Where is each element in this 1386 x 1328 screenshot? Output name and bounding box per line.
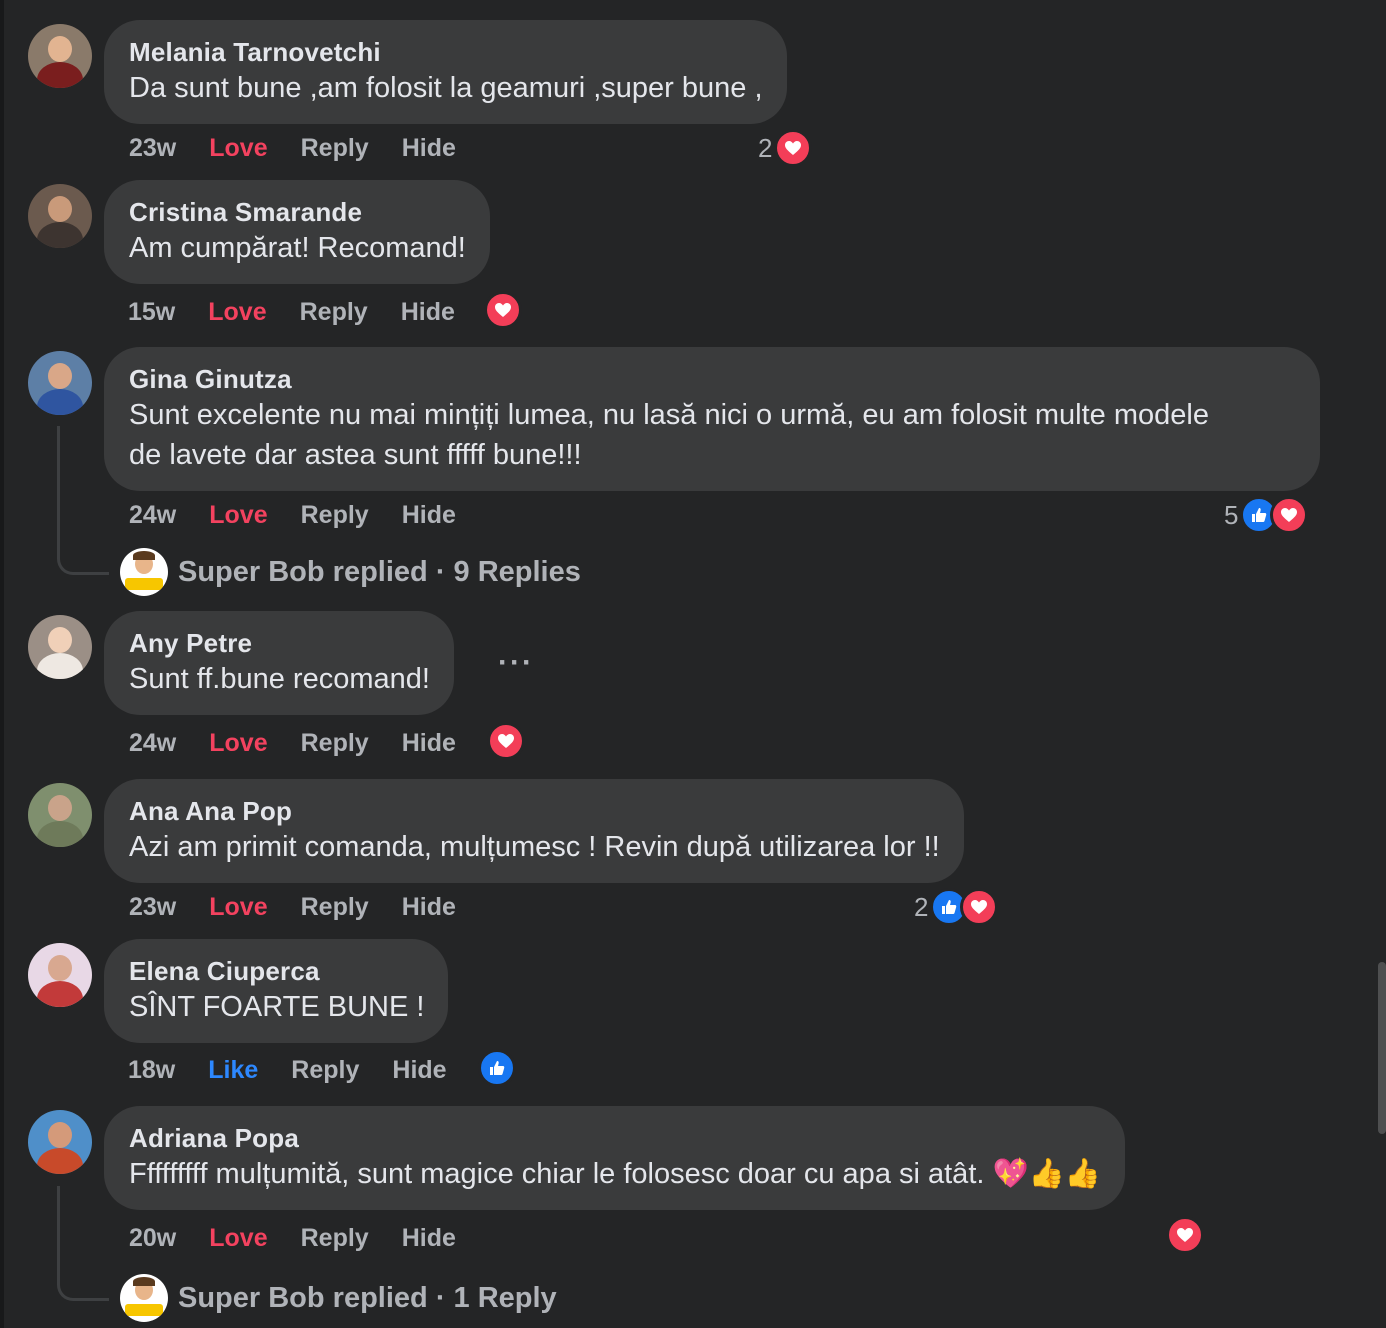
reaction-summary[interactable] xyxy=(476,1049,516,1087)
love-button[interactable]: Love xyxy=(208,298,266,327)
comment-actions: 20w Love Reply Hide xyxy=(129,1224,489,1253)
reply-button[interactable]: Reply xyxy=(301,134,369,163)
comment-bubble: Ana Ana Pop Azi am primit comanda, mulțu… xyxy=(104,779,964,883)
comment-author[interactable]: Ana Ana Pop xyxy=(129,795,940,827)
replies-summary[interactable]: Super Bob replied · 1 Reply xyxy=(178,1282,557,1315)
avatar[interactable] xyxy=(28,783,92,847)
comment-timestamp[interactable]: 23w xyxy=(129,134,176,163)
comment-text: Da sunt bune ,am folosit la geamuri ,sup… xyxy=(129,72,763,104)
comment-author[interactable]: Cristina Smarande xyxy=(129,196,466,228)
reaction-count: 2 xyxy=(914,891,929,922)
hide-button[interactable]: Hide xyxy=(402,729,456,758)
reaction-summary[interactable]: 2 xyxy=(914,888,999,926)
comment-actions: 24w Love Reply Hide xyxy=(129,501,489,530)
scrollbar-thumb[interactable] xyxy=(1378,962,1386,1134)
comment-text: Sunt ff.bune recomand! xyxy=(129,663,430,695)
replies-summary[interactable]: Super Bob replied · 9 Replies xyxy=(178,556,581,589)
comment-author[interactable]: Gina Ginutza xyxy=(129,363,1296,395)
comment-text: Fffffffff mulțumită, sunt magice chiar l… xyxy=(129,1158,1101,1190)
comment-bubble: Any Petre Sunt ff.bune recomand! xyxy=(104,611,454,715)
comment-bubble: Cristina Smarande Am cumpărat! Recomand! xyxy=(104,180,490,284)
comment-timestamp[interactable]: 15w xyxy=(128,298,175,327)
reply-button[interactable]: Reply xyxy=(291,1056,359,1085)
comment-actions: 15w Love Reply Hide xyxy=(128,298,488,327)
comment-text-line-2: de lavete dar astea sunt fffff bune!!! xyxy=(129,439,582,471)
hide-button[interactable]: Hide xyxy=(401,298,455,327)
love-button[interactable]: Love xyxy=(209,134,267,163)
comment-author[interactable]: Adriana Popa xyxy=(129,1122,1101,1154)
heart-icon xyxy=(487,722,525,760)
heart-icon xyxy=(484,291,522,329)
reply-button[interactable]: Reply xyxy=(301,1224,369,1253)
avatar[interactable] xyxy=(28,351,92,415)
reaction-count: 2 xyxy=(758,132,773,163)
like-button[interactable]: Like xyxy=(208,1056,258,1085)
comment-timestamp[interactable]: 23w xyxy=(129,893,176,922)
comment-timestamp[interactable]: 24w xyxy=(129,729,176,758)
comment-timestamp[interactable]: 24w xyxy=(129,501,176,530)
comment-timestamp[interactable]: 20w xyxy=(129,1224,176,1253)
avatar[interactable] xyxy=(28,615,92,679)
hide-button[interactable]: Hide xyxy=(402,134,456,163)
comment-actions: 18w Like Reply Hide xyxy=(128,1056,480,1085)
like-icon xyxy=(478,1049,516,1087)
avatar[interactable] xyxy=(28,24,92,88)
thread-connector-line xyxy=(57,1186,109,1301)
hide-button[interactable]: Hide xyxy=(402,1224,456,1253)
love-button[interactable]: Love xyxy=(209,893,267,922)
reaction-summary[interactable] xyxy=(1164,1216,1204,1254)
comment-bubble: Gina Ginutza Sunt excelente nu mai minți… xyxy=(104,347,1320,491)
comment-bubble: Adriana Popa Fffffffff mulțumită, sunt m… xyxy=(104,1106,1125,1210)
view-replies-link[interactable]: Super Bob replied · 1 Reply xyxy=(120,1274,557,1322)
view-replies-link[interactable]: Super Bob replied · 9 Replies xyxy=(120,548,581,596)
reply-button[interactable]: Reply xyxy=(300,298,368,327)
comment-text-line-1: Sunt excelente nu mai mințiți lumea, nu … xyxy=(129,399,1209,431)
comment-text: SÎNT FOARTE BUNE ! xyxy=(129,991,425,1023)
comment-actions: 24w Love Reply Hide xyxy=(129,729,489,758)
left-edge-border xyxy=(0,0,4,1328)
reaction-count: 5 xyxy=(1224,499,1239,530)
reply-button[interactable]: Reply xyxy=(301,501,369,530)
comment-actions: 23w Love Reply Hide xyxy=(129,893,489,922)
love-button[interactable]: Love xyxy=(209,729,267,758)
comment-text: Am cumpărat! Recomand! xyxy=(129,232,466,264)
heart-icon xyxy=(960,888,999,926)
reaction-summary[interactable]: 5 xyxy=(1224,496,1309,534)
reaction-summary[interactable]: 2 xyxy=(758,129,813,167)
comment-author[interactable]: Any Petre xyxy=(129,627,430,659)
comment-author[interactable]: Melania Tarnovetchi xyxy=(129,36,763,68)
love-button[interactable]: Love xyxy=(209,1224,267,1253)
thread-connector-line xyxy=(57,426,109,575)
reaction-summary[interactable] xyxy=(482,291,522,329)
reply-button[interactable]: Reply xyxy=(301,893,369,922)
avatar[interactable] xyxy=(28,184,92,248)
comment-author[interactable]: Elena Ciuperca xyxy=(129,955,424,987)
avatar[interactable] xyxy=(28,943,92,1007)
comment-timestamp[interactable]: 18w xyxy=(128,1056,175,1085)
super-bob-avatar xyxy=(120,548,168,596)
hide-button[interactable]: Hide xyxy=(402,893,456,922)
heart-icon xyxy=(1166,1216,1204,1254)
love-button[interactable]: Love xyxy=(209,501,267,530)
hide-button[interactable]: Hide xyxy=(392,1056,446,1085)
comment-bubble: Melania Tarnovetchi Da sunt bune ,am fol… xyxy=(104,20,787,124)
hide-button[interactable]: Hide xyxy=(402,501,456,530)
comment-bubble: Elena Ciuperca SÎNT FOARTE BUNE ! xyxy=(104,939,449,1043)
heart-icon xyxy=(1270,496,1309,534)
avatar[interactable] xyxy=(28,1110,92,1174)
reply-button[interactable]: Reply xyxy=(301,729,369,758)
reaction-summary[interactable] xyxy=(485,722,525,760)
comment-actions: 23w Love Reply Hide xyxy=(129,134,489,163)
comment-text: Azi am primit comanda, mulțumesc ! Revin… xyxy=(129,831,940,863)
more-options-icon[interactable]: ··· xyxy=(498,646,534,680)
heart-icon xyxy=(774,129,813,167)
super-bob-avatar xyxy=(120,1274,168,1322)
